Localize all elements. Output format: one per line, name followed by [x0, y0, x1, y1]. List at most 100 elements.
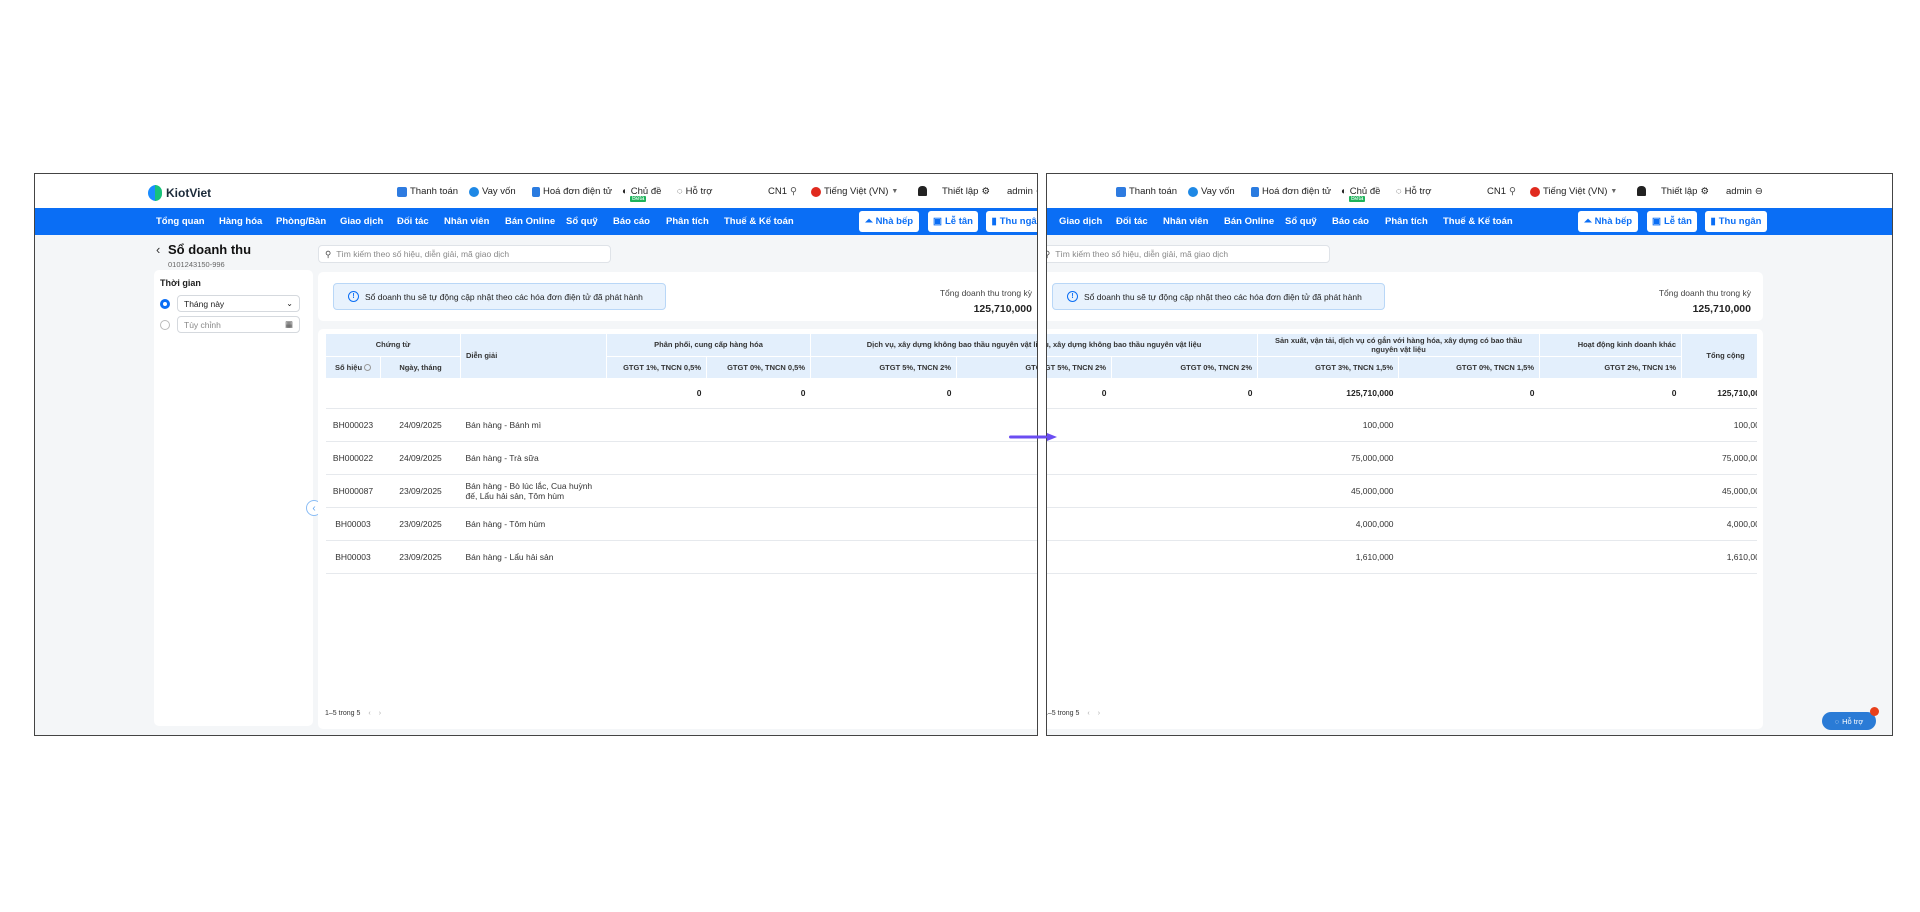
user-menu[interactable]: admin⊖: [1726, 186, 1763, 197]
row-total: 4,000,000: [1681, 507, 1757, 541]
back-chevron-icon[interactable]: ‹: [156, 242, 160, 257]
e-invoice-link[interactable]: Hoá đơn điện tử: [1251, 186, 1331, 197]
notification-bell[interactable]: [1637, 186, 1646, 196]
theme-link[interactable]: ◐ Chủ đề Beta: [1341, 186, 1380, 202]
branch-selector[interactable]: CN1 ⚲: [768, 186, 797, 197]
nav-staff[interactable]: Nhân viên: [1163, 216, 1208, 227]
nav-online-sales[interactable]: Bán Online: [1224, 216, 1274, 227]
voucher-date: 23/09/2025: [380, 540, 461, 574]
nav-products[interactable]: Hàng hóa: [219, 216, 262, 227]
option-this-month[interactable]: Tháng này ⌄: [160, 295, 300, 312]
cashier-button[interactable]: ▮Thu ngân: [986, 211, 1037, 232]
table-row[interactable]: BH00008723/09/2025Bán hàng - Bò lúc lắc,…: [325, 474, 1037, 508]
voucher-date: 24/09/2025: [380, 441, 461, 475]
language-selector[interactable]: Tiếng Việt (VN) ▼: [811, 186, 898, 197]
table-row[interactable]: BH00002224/09/2025Bán hàng - Trà sữa75,0…: [1047, 441, 1757, 475]
nav-cashbook[interactable]: Sổ quỹ: [1285, 216, 1317, 227]
language-selector[interactable]: Tiếng Việt (VN) ▼: [1530, 186, 1617, 197]
settings-link[interactable]: Thiết lập ⚙: [942, 186, 990, 197]
subheader-5: GTGT 0%, TNCN 2%: [1111, 356, 1259, 379]
nav-reports[interactable]: Báo cáo: [1332, 216, 1369, 227]
nav-transactions[interactable]: Giao dịch: [1059, 216, 1102, 227]
support-link[interactable]: ◌ Hỗ trợ: [677, 186, 712, 197]
nav-staff[interactable]: Nhân viên: [444, 216, 489, 227]
payment-link[interactable]: Thanh toán: [1116, 186, 1177, 197]
notification-bell[interactable]: [918, 186, 927, 196]
total-cell: 0: [1111, 378, 1258, 409]
subheader-5: GTGT 0%, TNCN 2%: [956, 356, 1037, 379]
reception-button[interactable]: ▣ Lễ tân: [928, 211, 978, 232]
period-select[interactable]: Tháng này ⌄: [177, 295, 300, 312]
chevron-left-icon: ‹: [312, 502, 316, 514]
calendar-icon: ▦: [284, 319, 293, 329]
info-hint-icon[interactable]: [364, 364, 372, 372]
nav-reports[interactable]: Báo cáo: [613, 216, 650, 227]
nav-analytics[interactable]: Phân tích: [666, 216, 709, 227]
radio-selected[interactable]: [160, 298, 170, 309]
empty-cell: [1539, 474, 1682, 508]
nav-cashbook[interactable]: Sổ quỹ: [566, 216, 598, 227]
nav-online-sales[interactable]: Bán Online: [505, 216, 555, 227]
kitchen-button[interactable]: ⏶ Nhà bếp: [859, 211, 919, 232]
help-button[interactable]: ◌ Hỗ trợ: [1822, 707, 1879, 730]
custom-date-input[interactable]: Tùy chỉnh ▦: [177, 316, 300, 333]
table-row[interactable]: BH00008723/09/2025Bán hàng - Bò lúc lắc,…: [1047, 474, 1757, 508]
empty-cell: [1047, 441, 1112, 475]
table-row[interactable]: BH0000323/09/2025Bán hàng - Tôm hùm4,000…: [325, 507, 1037, 541]
table-row[interactable]: BH0000323/09/2025Bán hàng - Lẩu hải sản1…: [325, 540, 1037, 574]
settings-link[interactable]: Thiết lập ⚙: [1661, 186, 1709, 197]
support-link[interactable]: ◌ Hỗ trợ: [1396, 186, 1431, 197]
top-bar: KiotViet Thanh toán Vay vốn Hoá đơn điện…: [35, 174, 1037, 208]
empty-cell: [1539, 507, 1682, 541]
table-scroll-area[interactable]: Chứng từDiễn giảiPhân phối, cung cấp hàn…: [325, 334, 1037, 634]
description: Bán hàng - Bánh mì: [460, 408, 607, 442]
row-total: 1,610,000: [1681, 540, 1757, 574]
payment-link[interactable]: Thanh toán: [397, 186, 458, 197]
prev-page-icon[interactable]: ‹: [1087, 710, 1089, 717]
search-input[interactable]: ⚲ Tìm kiếm theo số hiệu, diễn giải, mã gi…: [318, 245, 611, 263]
location-pin-icon: ⚲: [1509, 186, 1516, 197]
radio-unselected[interactable]: [160, 319, 170, 330]
e-invoice-link[interactable]: Hoá đơn điện tử: [532, 186, 612, 197]
palette-icon: ◐: [1341, 186, 1347, 197]
vietnam-flag-icon: [1530, 186, 1540, 197]
branch-selector[interactable]: CN1 ⚲: [1487, 186, 1516, 197]
table-row[interactable]: BH00002224/09/2025Bán hàng - Trà sữa75,0…: [325, 441, 1037, 475]
next-page-icon[interactable]: ›: [379, 710, 381, 717]
nav-tax-accounting[interactable]: Thuế & Kế toán: [1443, 216, 1513, 227]
prev-page-icon[interactable]: ‹: [368, 710, 370, 717]
table-row[interactable]: BH0000323/09/2025Bán hàng - Tôm hùm4,000…: [1047, 507, 1757, 541]
kitchen-button[interactable]: ⏶ Nhà bếp: [1578, 211, 1638, 232]
beta-badge: Beta: [1349, 196, 1366, 202]
nav-transactions[interactable]: Giao dịch: [340, 216, 383, 227]
theme-link[interactable]: ◐ Chủ đề Beta: [622, 186, 661, 202]
kiotviet-logo[interactable]: KiotViet: [148, 185, 211, 201]
subheader-6: GTGT 3%, TNCN 1,5%: [1257, 356, 1400, 379]
table-row[interactable]: BH00002324/09/2025Bán hàng - Bánh mì100,…: [1047, 408, 1757, 442]
header-services: Dịch vụ, xây dựng không bao thầu nguyên …: [810, 334, 1037, 357]
nav-tax-accounting[interactable]: Thuế & Kế toán: [724, 216, 794, 227]
nav-partners[interactable]: Đối tác: [397, 216, 429, 227]
link-label: Thanh toán: [410, 186, 459, 197]
user-menu[interactable]: admin⊖: [1007, 186, 1037, 197]
table-row[interactable]: BH00002324/09/2025Bán hàng - Bánh mì100,…: [325, 408, 1037, 442]
time-filter-label: Thời gian: [160, 278, 201, 288]
table-scroll-area[interactable]: Chứng từDiễn giảiPhân phối, cung cấp hàn…: [1047, 334, 1757, 634]
search-input[interactable]: ⚲ Tìm kiếm theo số hiệu, diễn giải, mã gi…: [1047, 245, 1330, 263]
reception-button[interactable]: ▣ Lễ tân: [1647, 211, 1697, 232]
nav-analytics[interactable]: Phân tích: [1385, 216, 1428, 227]
loan-link[interactable]: Vay vốn: [1188, 186, 1235, 197]
table-row[interactable]: BH0000323/09/2025Bán hàng - Lẩu hải sản1…: [1047, 540, 1757, 574]
reception-label: Lễ tân: [945, 216, 973, 227]
nav-partners[interactable]: Đối tác: [1116, 216, 1148, 227]
nav-overview[interactable]: Tổng quan: [156, 216, 205, 227]
subheader-8: GTGT 2%, TNCN 1%: [1539, 356, 1683, 379]
next-page-icon[interactable]: ›: [1098, 710, 1100, 717]
loan-link[interactable]: Vay vốn: [469, 186, 516, 197]
empty-cell: [1111, 474, 1258, 508]
nav-rooms[interactable]: Phòng/Bàn: [276, 216, 326, 227]
option-custom[interactable]: Tùy chỉnh ▦: [160, 316, 300, 333]
cashier-button[interactable]: ▮Thu ngân: [1705, 211, 1767, 232]
header-production: Sản xuất, vận tải, dịch vụ có gắn với hà…: [1257, 334, 1541, 357]
voucher-number: BH000087: [325, 474, 381, 508]
